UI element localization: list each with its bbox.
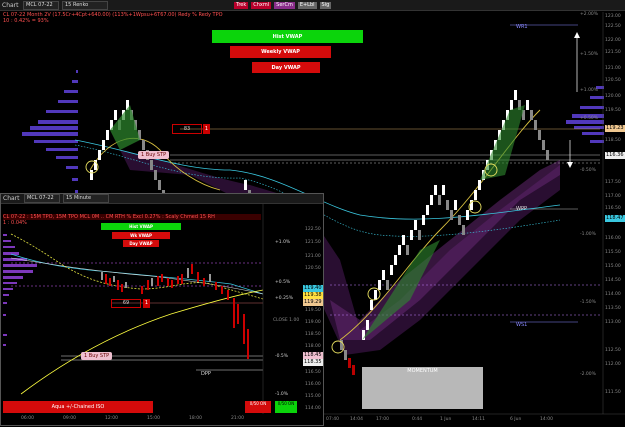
main-y-tick: 118.50 [605, 138, 621, 143]
inset-x-tick: 09:00 [63, 416, 76, 421]
main-x-tick: 1 Jun [440, 417, 452, 422]
main-pct-label: -2.00% [580, 372, 596, 377]
inset-y-tick: 121.50 [305, 240, 321, 245]
main-y-tick: 116.00 [605, 236, 621, 241]
inset-x-tick: 15:00 [147, 416, 160, 421]
inset-range-flag: 1 [143, 299, 150, 308]
inset-day-vwap-label: Day VWAP [123, 240, 159, 247]
main-buy-stop-tag[interactable]: 1 Buy STP [138, 151, 170, 159]
inset-range-box: 69 [111, 299, 141, 308]
inset-dpp-label: DPP [201, 371, 211, 377]
main-y-tick: 117.00 [605, 194, 621, 199]
main-volume-profile-right [566, 86, 604, 143]
main-hist-vwap-label: Hist VWAP [212, 30, 363, 43]
main-y-tick: 112.00 [605, 362, 621, 367]
main-y-tick: 116.50 [605, 206, 621, 211]
inset-y-tick: 118.00 [305, 344, 321, 349]
main-y-tick: 115.50 [605, 250, 621, 255]
inset-y-tick: 119.50 [305, 308, 321, 313]
main-x-tick: 17:00 [376, 417, 389, 422]
main-pct-label: -1.00% [580, 232, 596, 237]
main-y-tick: 115.00 [605, 264, 621, 269]
inset-footer-left[interactable]: Aqua +/-Chained ISO [3, 401, 153, 413]
level-wpp: WPP [516, 206, 527, 212]
main-y-tick: 123.00 [605, 14, 621, 19]
inset-x-tick: 21:00 [231, 416, 244, 421]
inset-price-tag-a: 119.40 [303, 285, 323, 292]
main-pct-label: +2.00% [580, 12, 599, 17]
inset-price-tag-b: 119.38 [303, 292, 323, 299]
main-y-tick: 113.00 [605, 320, 621, 325]
inset-price-tag-d: 118.45 [303, 352, 323, 359]
inset-x-tick: 12:00 [105, 416, 118, 421]
inset-footer-btn-1[interactable]: 0/50 ON [245, 401, 271, 413]
main-price-tag-wpp: 118.47 [605, 215, 625, 222]
main-day-vwap-label: Day VWAP [252, 62, 320, 73]
main-x-tick: 07:40 [326, 417, 339, 422]
main-range-box: 83 [172, 124, 202, 134]
inset-x-tick: 06:00 [21, 416, 34, 421]
main-pct-label: +0.50% [580, 116, 599, 121]
main-pct-label: -1.50% [580, 300, 596, 305]
inset-y-tick: 115.00 [305, 394, 321, 399]
inset-pct-label: +0.25% [275, 296, 294, 301]
main-price-tag-top: 119.23 [605, 125, 625, 132]
main-y-tick: 120.00 [605, 94, 621, 99]
inset-footer-btn-2[interactable]: 0/50 ON [275, 401, 297, 413]
main-weekly-vwap-label: Weekly VWAP [230, 46, 331, 58]
main-x-tick: 14:00 [540, 417, 553, 422]
momentum-label: MOMENTUM [407, 368, 438, 374]
inset-buy-stop-tag[interactable]: 1 Buy STP [81, 352, 113, 360]
inset-wk-vwap-label: Wk VWAP [112, 232, 170, 239]
main-y-tick: 121.00 [605, 66, 621, 71]
inset-volume-profile [3, 234, 37, 346]
inset-x-tick: 18:00 [189, 416, 202, 421]
main-y-tick: 119.50 [605, 108, 621, 113]
main-x-tick: 0:44 [412, 417, 423, 422]
inset-pct-label: +0.5% [275, 280, 291, 285]
inset-pct-label: -1.0% [275, 392, 289, 397]
inset-y-tick: 118.50 [305, 332, 321, 337]
main-x-tick: 14:11 [472, 417, 485, 422]
main-y-tick: 113.50 [605, 306, 621, 311]
inset-y-tick: 116.00 [305, 382, 321, 387]
inset-y-tick: 121.00 [305, 254, 321, 259]
inset-pct-label: -0.5% [275, 354, 289, 359]
main-range-flag: 1 [203, 124, 210, 134]
main-y-tick: 122.50 [605, 24, 621, 29]
main-y-tick: 112.50 [605, 348, 621, 353]
level-ws1: WS1 [516, 322, 528, 328]
inset-price-tag-e: 118.35 [303, 359, 323, 366]
inset-hist-vwap-label: Hist VWAP [101, 223, 181, 230]
inset-close-label: CLOSE 1.00 [273, 318, 300, 323]
main-pct-label: +1.00% [580, 88, 599, 93]
main-x-tick: 14:04 [350, 417, 363, 422]
level-wr1: WR1 [516, 24, 528, 30]
main-y-tick: 114.00 [605, 292, 621, 297]
inset-y-tick: 122.50 [305, 227, 321, 232]
main-pct-label: -0.50% [580, 168, 596, 173]
inset-pct-label: +1.0% [275, 240, 291, 245]
main-pct-label: +1.50% [580, 52, 599, 57]
main-y-tick: 120.50 [605, 78, 621, 83]
main-y-tick: 121.50 [605, 50, 621, 55]
inset-y-tick: 120.50 [305, 266, 321, 271]
main-x-tick: 6 Jun [510, 417, 522, 422]
main-volume-profile-left [22, 70, 78, 193]
main-y-tick: 111.50 [605, 390, 621, 395]
inset-price-tag-c: 119.29 [303, 299, 323, 306]
main-y-tick: 122.00 [605, 38, 621, 43]
inset-y-tick: 114.00 [305, 406, 321, 411]
main-y-tick: 117.50 [605, 180, 621, 185]
inset-y-tick: 116.50 [305, 370, 321, 375]
inset-window[interactable]: Chart MCL 07-22 15 Minute CL 07-22 : 15M… [0, 193, 324, 426]
main-price-tag-current: 116.36 [605, 152, 625, 159]
inset-y-tick: 119.00 [305, 320, 321, 325]
main-y-tick: 114.50 [605, 278, 621, 283]
